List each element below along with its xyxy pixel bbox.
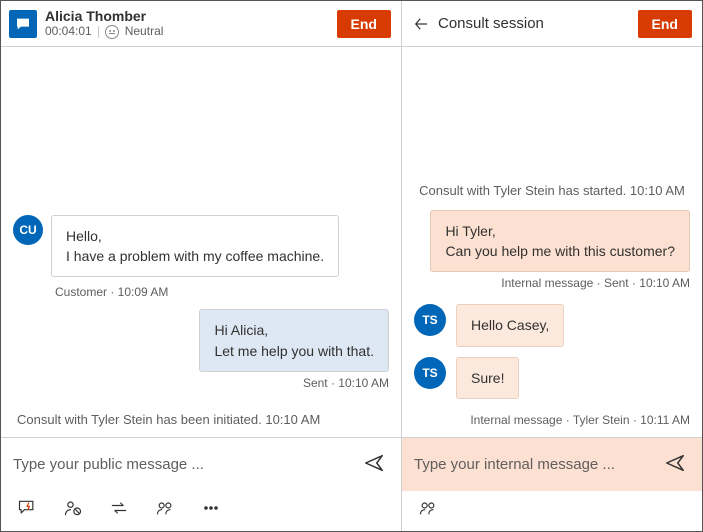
divider-icon	[98, 26, 99, 38]
message-meta: Customer · 10:09 AM	[55, 285, 389, 299]
send-icon	[664, 452, 686, 474]
people-icon	[155, 498, 175, 518]
header-subline: 00:04:01 Neutral	[45, 25, 163, 39]
ellipsis-icon	[201, 498, 221, 518]
more-actions-button[interactable]	[199, 496, 223, 523]
consult-panel: Consult session End Consult with Tyler S…	[402, 1, 702, 531]
consult-header: Consult session End	[402, 1, 702, 47]
quick-reply-icon	[17, 498, 37, 518]
transfer-button[interactable]	[107, 496, 131, 523]
send-icon	[363, 452, 385, 474]
consult-conversation: Consult with Tyler Stein has started. 10…	[402, 47, 702, 437]
chat-icon	[9, 10, 37, 38]
message-bubble: Hi Alicia, Let me help you with that.	[199, 309, 389, 372]
message-outbound: Hi Tyler, Can you help me with this cust…	[414, 210, 690, 301]
consult-title: Consult session	[438, 15, 544, 32]
composer-toolbar	[1, 491, 401, 531]
message-bubble: Hi Tyler, Can you help me with this cust…	[430, 210, 690, 273]
avatar: CU	[13, 215, 43, 245]
consult-toolbar	[402, 491, 702, 531]
back-button[interactable]	[410, 11, 436, 37]
send-button[interactable]	[660, 448, 690, 481]
header-info: Alicia Thomber 00:04:01 Neutral	[45, 8, 163, 38]
avatar: TS	[414, 357, 446, 389]
system-message: Consult with Tyler Stein has started. 10…	[414, 183, 690, 198]
customer-conversation: CU Hello, I have a problem with my coffe…	[1, 47, 401, 437]
internal-message-input[interactable]	[414, 456, 652, 473]
people-icon	[418, 498, 438, 518]
message-bubble: Sure!	[456, 357, 519, 399]
message-outbound: Hi Alicia, Let me help you with that. Se…	[13, 309, 389, 400]
quick-reply-button[interactable]	[15, 496, 39, 523]
system-message: Consult with Tyler Stein has been initia…	[17, 412, 389, 427]
end-session-button[interactable]: End	[337, 10, 391, 38]
transfer-icon	[109, 498, 129, 518]
app-root: Alicia Thomber 00:04:01 Neutral End CU H…	[1, 1, 702, 531]
block-user-button[interactable]	[61, 496, 85, 523]
person-cancel-icon	[63, 498, 83, 518]
message-bubble: Hello, I have a problem with my coffee m…	[51, 215, 339, 278]
message-meta: Sent · 10:10 AM	[303, 376, 389, 390]
public-message-input[interactable]	[13, 456, 351, 473]
send-button[interactable]	[359, 448, 389, 481]
avatar: TS	[414, 304, 446, 336]
message-bubble: Hello Casey,	[456, 304, 564, 346]
back-arrow-icon	[412, 15, 430, 33]
customer-header: Alicia Thomber 00:04:01 Neutral End	[1, 1, 401, 47]
neutral-face-icon	[105, 25, 119, 39]
consult-button[interactable]	[153, 496, 177, 523]
message-meta: Internal message · Sent · 10:10 AM	[501, 276, 690, 290]
end-consult-button[interactable]: End	[638, 10, 692, 38]
add-person-button[interactable]	[416, 496, 440, 523]
sentiment-label: Neutral	[125, 25, 164, 39]
public-composer	[1, 437, 401, 491]
internal-composer	[402, 437, 702, 491]
message-inbound: CU Hello, I have a problem with my coffe…	[13, 215, 389, 278]
customer-panel: Alicia Thomber 00:04:01 Neutral End CU H…	[1, 1, 402, 531]
message-inbound: TS Sure!	[414, 357, 690, 399]
customer-name: Alicia Thomber	[45, 8, 163, 24]
message-inbound: TS Hello Casey,	[414, 304, 690, 346]
session-timer: 00:04:01	[45, 25, 92, 39]
message-meta: Internal message · Tyler Stein · 10:11 A…	[414, 413, 690, 427]
